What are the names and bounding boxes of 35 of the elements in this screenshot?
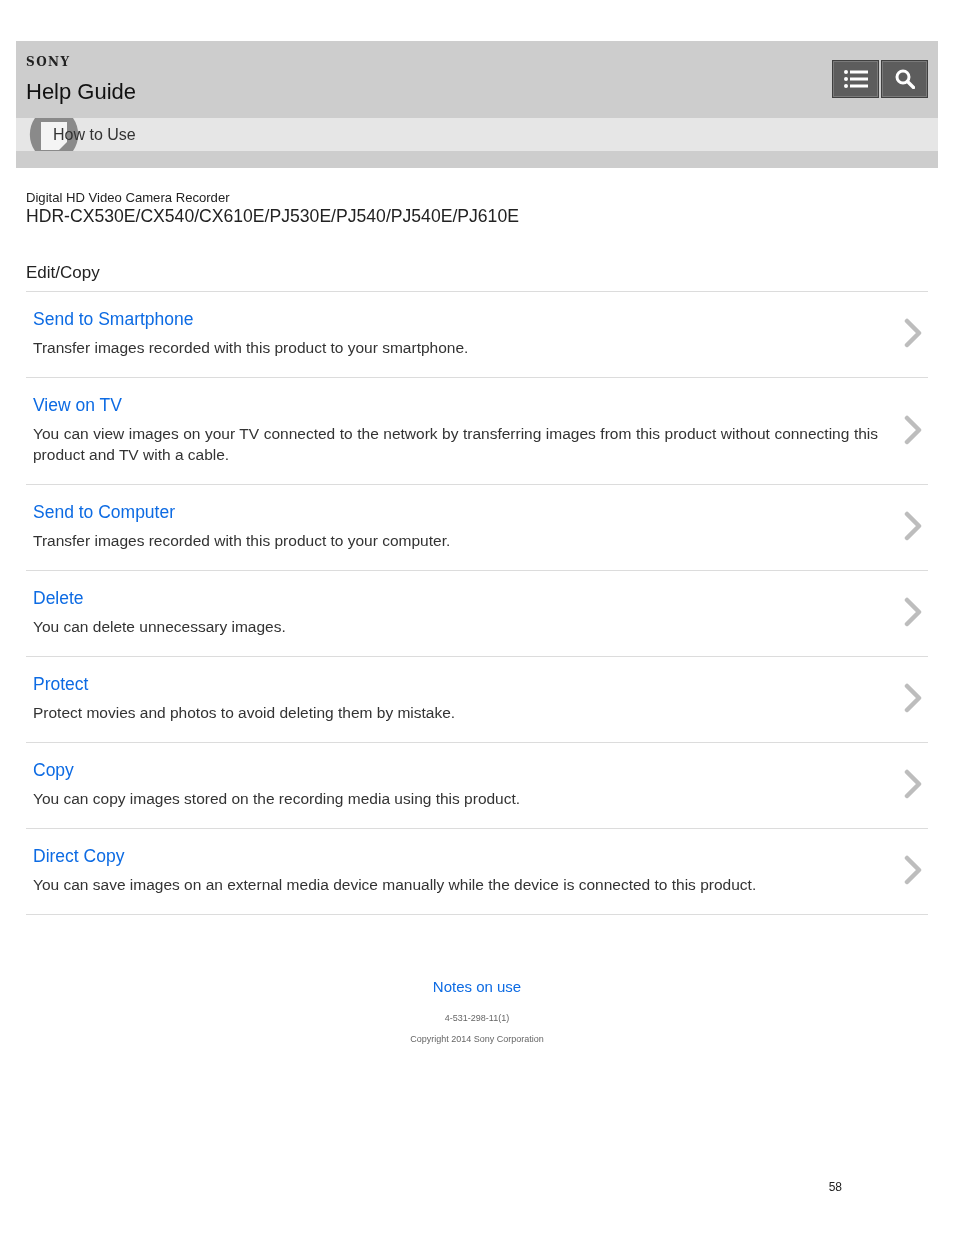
search-button[interactable]: [881, 60, 928, 98]
chevron-right-icon[interactable]: [904, 855, 922, 885]
document-code: 4-531-298-11(1): [444, 1012, 510, 1024]
topic-link[interactable]: View on TV: [33, 394, 122, 416]
guide-title: Help Guide: [26, 79, 137, 105]
chevron-right-icon[interactable]: [904, 511, 922, 541]
topic-description: You can save images on an external media device manually while the device is connected to this product.: [33, 875, 758, 895]
topic-description: You can copy images stored on the recording media using this product.: [33, 789, 522, 809]
notes-link[interactable]: Notes on use: [432, 977, 522, 997]
product-type: Digital HD Video Camera Recorder: [26, 190, 231, 206]
search-icon: [894, 69, 915, 89]
copyright-text: Copyright 2014 Sony Corporation: [410, 1033, 544, 1045]
chevron-right-icon[interactable]: [904, 414, 922, 445]
chevron-right-icon[interactable]: [904, 318, 922, 348]
section-title: Edit/Copy: [26, 262, 928, 292]
topic-description: You can view images on your TV connected to the network by transferring images from this product without connecting this product and TV with a cable.: [33, 424, 878, 465]
topic-description: Transfer images recorded with this product to your computer.: [33, 531, 452, 551]
model-names: HDR-CX530E/CX540/CX610E/PJ530E/PJ540/PJ540E/PJ610E: [26, 206, 520, 226]
topic-link[interactable]: Send to Computer: [33, 501, 176, 523]
topic-link[interactable]: Protect: [33, 673, 89, 695]
logo: SONY: [26, 55, 71, 69]
topic-description: Transfer images recorded with this product to your smartphone.: [33, 338, 470, 358]
topic-link[interactable]: Delete: [33, 587, 84, 609]
topic-link[interactable]: Copy: [33, 759, 74, 781]
breadcrumb-link[interactable]: How to Use: [53, 125, 136, 144]
topic-description: You can delete unnecessary images.: [33, 617, 287, 637]
chevron-right-icon[interactable]: [904, 769, 922, 799]
chevron-right-icon[interactable]: [904, 683, 922, 713]
topic-link[interactable]: Direct Copy: [33, 845, 125, 867]
chevron-right-icon[interactable]: [904, 597, 922, 627]
topic-description: Protect movies and photos to avoid deleting them by mistake.: [33, 703, 457, 723]
menu-button[interactable]: [832, 60, 879, 98]
page-number: 58: [828, 1180, 842, 1194]
topic-link[interactable]: Send to Smartphone: [33, 308, 194, 330]
list-icon: [843, 70, 868, 88]
